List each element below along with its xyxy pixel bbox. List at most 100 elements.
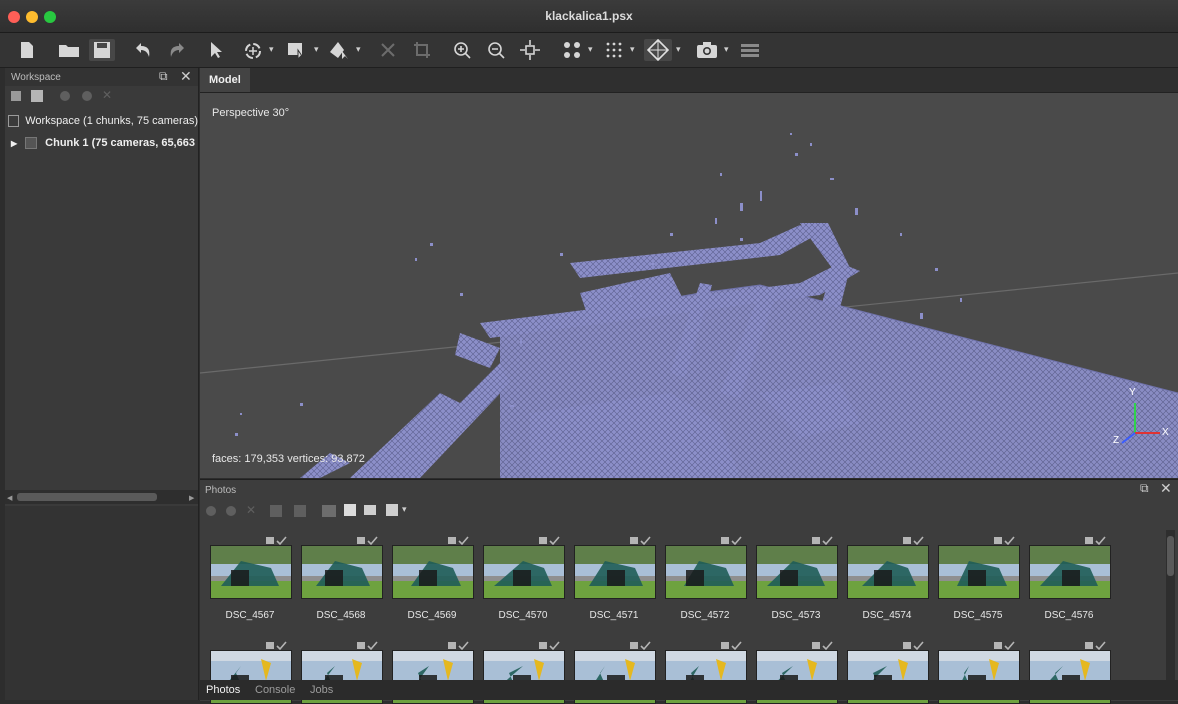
camera-icon[interactable]: [694, 39, 720, 61]
photo-label: DSC_4567: [225, 610, 275, 621]
aligned-check-icon: [537, 638, 563, 651]
scrollbar-thumb[interactable]: [17, 493, 157, 501]
undock-icon[interactable]: ⧉: [1140, 481, 1149, 496]
view-photo-icon[interactable]: [344, 504, 356, 516]
scrollbar-thumb[interactable]: [1167, 536, 1174, 576]
chevron-down-icon[interactable]: ▾: [724, 44, 732, 56]
crop-icon[interactable]: [410, 39, 434, 61]
tab-model[interactable]: Model: [200, 68, 250, 92]
close-icon[interactable]: ✕: [180, 68, 192, 85]
zoom-in-icon[interactable]: [450, 39, 474, 61]
remove-icon[interactable]: ✕: [246, 503, 256, 517]
aligned-check-icon: [537, 533, 563, 546]
expand-arrow-icon[interactable]: ▶: [11, 139, 17, 148]
chevron-down-icon[interactable]: ▾: [676, 44, 684, 56]
bottom-tab-bar: Photos Console Jobs: [200, 680, 1178, 700]
photos-scrollbar[interactable]: [1166, 530, 1175, 680]
close-icon[interactable]: ✕: [1160, 480, 1172, 497]
rotate-left-icon[interactable]: [270, 505, 282, 517]
enable-icon[interactable]: [60, 91, 70, 101]
model-view-icon[interactable]: [644, 39, 672, 61]
workspace-root-item[interactable]: Workspace (1 chunks, 75 cameras): [5, 112, 198, 130]
enable-icon[interactable]: [206, 506, 216, 516]
remove-icon[interactable]: ✕: [102, 88, 112, 102]
save-icon[interactable]: [89, 39, 115, 61]
photo-thumbnail[interactable]: [574, 545, 656, 599]
tab-console[interactable]: Console: [255, 684, 295, 696]
axis-y-label: Y: [1129, 387, 1136, 398]
new-document-icon[interactable]: [14, 39, 40, 61]
photo-thumbnail[interactable]: [483, 545, 565, 599]
workspace-header: Workspace ⧉ ✕: [5, 68, 198, 86]
dense-cloud-icon[interactable]: [602, 39, 626, 61]
chevron-down-icon[interactable]: ▾: [269, 44, 277, 56]
title-bar: klackalica1.psx: [0, 0, 1178, 33]
model-tab-bar: Model: [200, 68, 1178, 93]
workspace-title: Workspace: [11, 72, 61, 83]
model-stats: faces: 179,353 vertices: 93,872: [212, 453, 365, 465]
chevron-down-icon[interactable]: ▾: [588, 44, 596, 56]
aligned-check-icon: [1083, 638, 1109, 651]
axis-z-label: Z: [1113, 435, 1120, 446]
photo-thumbnail[interactable]: [938, 545, 1020, 599]
photo-label: DSC_4569: [407, 610, 457, 621]
disable-icon[interactable]: [226, 506, 236, 516]
layers-icon[interactable]: [738, 39, 762, 61]
photo-thumbnail[interactable]: [392, 545, 474, 599]
photo-thumbnail[interactable]: [847, 545, 929, 599]
polygon-selection-icon[interactable]: [326, 39, 352, 61]
photo-label: DSC_4570: [498, 610, 548, 621]
chevron-down-icon[interactable]: ▾: [402, 504, 407, 515]
reset-view-icon[interactable]: [518, 39, 542, 61]
photo-thumbnail[interactable]: [210, 545, 292, 599]
chunk-item[interactable]: ▶ Chunk 1 (75 cameras, 65,663: [5, 134, 198, 152]
photo-thumbnail[interactable]: [301, 545, 383, 599]
tab-photos[interactable]: Photos: [206, 684, 240, 696]
photo-label: DSC_4576: [1044, 610, 1094, 621]
open-folder-icon[interactable]: [56, 39, 82, 61]
delete-icon[interactable]: [376, 39, 400, 61]
chevron-down-icon[interactable]: ▾: [356, 44, 364, 56]
photo-thumbnail[interactable]: [756, 545, 838, 599]
view-mode-icon[interactable]: [386, 504, 398, 516]
point-cloud-icon[interactable]: [560, 39, 584, 61]
undo-icon[interactable]: [130, 39, 156, 61]
details-icon[interactable]: [364, 505, 376, 515]
aligned-check-icon: [446, 638, 472, 651]
chunk-icon: [25, 137, 38, 149]
properties-pane: [5, 506, 198, 700]
photos-toolbar: ✕ ▾: [200, 500, 1178, 522]
aligned-check-icon: [901, 533, 927, 546]
disable-icon[interactable]: [82, 91, 92, 101]
zoom-out-icon[interactable]: [484, 39, 508, 61]
redo-icon[interactable]: [164, 39, 190, 61]
rotate-region-icon[interactable]: [240, 39, 266, 61]
workspace-panel: Workspace ⧉ ✕ ✕ Workspace (1 chunks, 75 …: [5, 68, 199, 700]
scroll-right-icon[interactable]: ▶: [189, 494, 194, 502]
tab-jobs[interactable]: Jobs: [310, 684, 333, 696]
workspace-toolbar: ✕: [5, 86, 198, 108]
photo-thumbnail[interactable]: [1029, 545, 1111, 599]
photo-label: DSC_4574: [862, 610, 912, 621]
chevron-down-icon[interactable]: ▾: [630, 44, 638, 56]
scroll-left-icon[interactable]: ◀: [7, 494, 12, 502]
mesh-render: [200, 133, 1178, 478]
navigation-icon[interactable]: [206, 39, 226, 61]
aligned-check-icon: [810, 638, 836, 651]
rectangle-selection-icon[interactable]: [284, 39, 310, 61]
add-photos-icon[interactable]: [31, 90, 43, 102]
chunk-label: Chunk 1 (75 cameras, 65,663: [45, 137, 195, 149]
aligned-check-icon: [355, 533, 381, 546]
mask-icon[interactable]: [322, 505, 336, 517]
add-chunk-icon[interactable]: [11, 91, 21, 101]
workspace-scrollbar[interactable]: ◀ ▶: [5, 490, 198, 504]
workspace-root-label: Workspace (1 chunks, 75 cameras): [25, 115, 198, 127]
view-mode-label: Perspective 30°: [212, 107, 290, 119]
aligned-check-icon: [264, 638, 290, 651]
undock-icon[interactable]: ⧉: [159, 69, 168, 84]
photo-thumbnail[interactable]: [665, 545, 747, 599]
rotate-right-icon[interactable]: [294, 505, 306, 517]
model-viewport[interactable]: Perspective 30° faces: 179,353 vertices:…: [200, 93, 1178, 478]
aligned-check-icon: [810, 533, 836, 546]
chevron-down-icon[interactable]: ▾: [314, 44, 322, 56]
